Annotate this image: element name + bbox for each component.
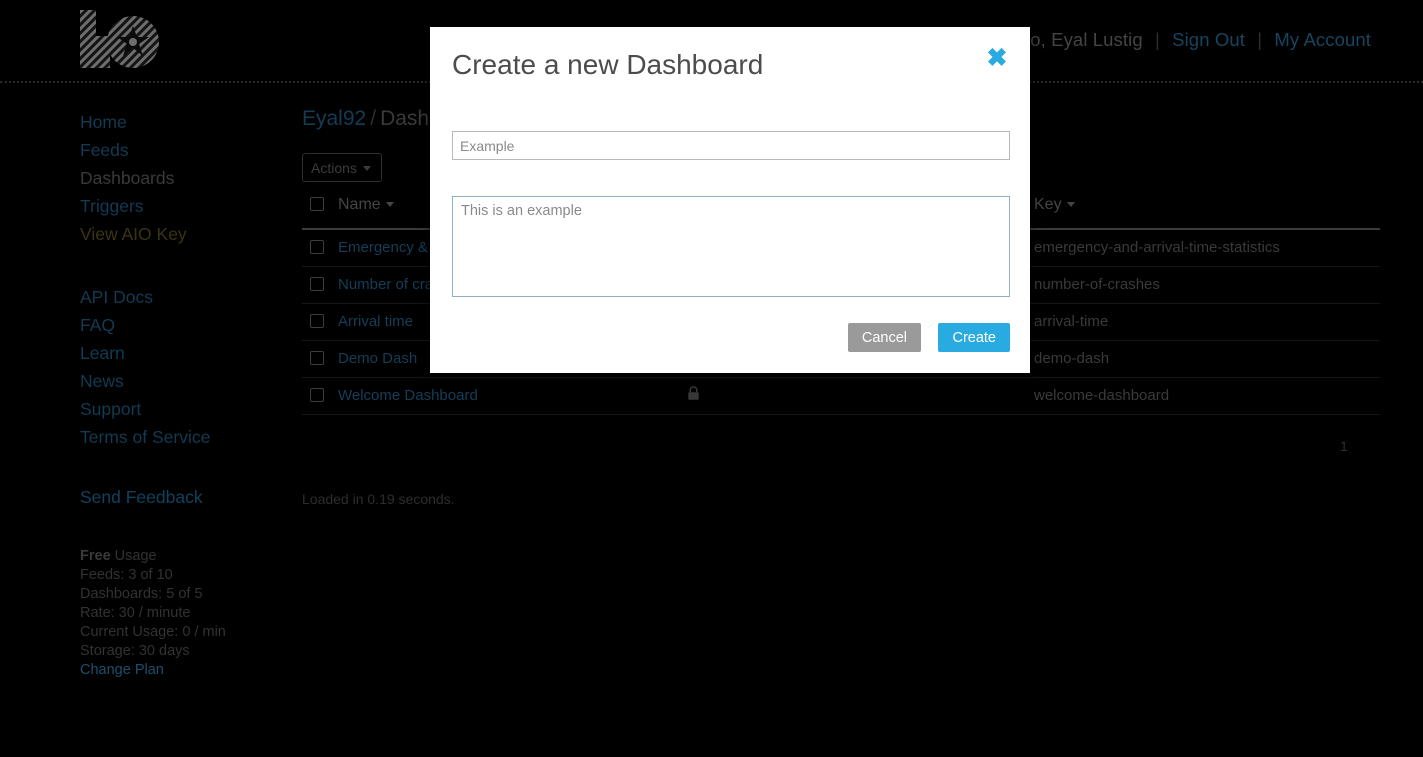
loaded-status-text: Loaded in 0.19 seconds. — [302, 491, 455, 507]
close-icon[interactable]: ✖ — [984, 45, 1010, 71]
dashboard-description-input[interactable] — [452, 196, 1010, 297]
usage-panel: Free Usage Feeds: 3 of 10 Dashboards: 5 … — [80, 547, 226, 680]
sidebar-item-dashboards[interactable]: Dashboards — [80, 164, 280, 192]
usage-plan-row: Free Usage — [80, 547, 226, 566]
create-button[interactable]: Create — [938, 323, 1010, 352]
row-name-link[interactable]: Arrival time — [338, 313, 413, 330]
pagination-page-1[interactable]: 1 — [1340, 438, 1348, 454]
row-name[interactable]: Welcome Dashboard — [338, 387, 478, 404]
row-key: demo-dash — [1034, 350, 1110, 367]
cancel-button[interactable]: Cancel — [847, 323, 921, 352]
row-key: number-of-crashes — [1034, 276, 1160, 293]
breadcrumb-user[interactable]: Eyal92 — [302, 107, 366, 130]
row-name-link[interactable]: Emergency & a — [338, 239, 441, 256]
row-checkbox[interactable] — [310, 240, 324, 254]
sort-caret-icon — [1066, 202, 1075, 208]
sidebar-item-send-feedback[interactable]: Send Feedback — [80, 483, 280, 511]
row-name-link[interactable]: Number of cras — [338, 276, 441, 293]
sidebar-item-api-docs[interactable]: API Docs — [80, 283, 280, 311]
usage-plan-suffix: Usage — [110, 548, 157, 564]
row-checkbox[interactable] — [310, 277, 324, 291]
actions-button-label: Actions — [311, 159, 357, 176]
sidebar-item-news[interactable]: News — [80, 367, 280, 395]
sidebar-item-terms-of-service[interactable]: Terms of Service — [80, 423, 280, 451]
row-name[interactable]: Number of cras — [338, 276, 441, 293]
usage-plan-name: Free — [80, 548, 111, 564]
row-name-link[interactable]: Welcome Dashboard — [338, 387, 478, 404]
usage-feeds: Feeds: 3 of 10 — [80, 567, 173, 583]
sidebar-item-triggers[interactable]: Triggers — [80, 192, 280, 220]
sidebar-item-feeds[interactable]: Feeds — [80, 136, 280, 164]
create-dashboard-modal: ✖ Create a new Dashboard Name Descriptio… — [430, 27, 1030, 373]
sidebar-item-view-aio-key[interactable]: View AIO Key — [80, 220, 280, 248]
change-plan-link[interactable]: Change Plan — [80, 661, 164, 680]
sidebar-item-support[interactable]: Support — [80, 395, 280, 423]
row-name[interactable]: Demo Dash — [338, 350, 417, 367]
row-checkbox[interactable] — [310, 314, 324, 328]
table-row: Welcome Dashboard welcome-dashboard — [302, 378, 1380, 415]
account-bar: ello, Eyal Lustig | Sign Out | My Accoun… — [1011, 29, 1371, 51]
row-key: welcome-dashboard — [1034, 387, 1170, 404]
sort-caret-icon — [385, 202, 394, 208]
column-header-name[interactable]: Name — [338, 196, 394, 214]
row-name-link[interactable]: Demo Dash — [338, 350, 417, 367]
sidebar-divider-gap — [80, 248, 280, 283]
usage-current-usage: Current Usage: 0 / min — [80, 624, 226, 640]
sidebar-item-home[interactable]: Home — [80, 108, 280, 136]
dashboard-name-input[interactable] — [452, 131, 1010, 160]
usage-storage: Storage: 30 days — [80, 643, 190, 659]
sidebar-item-learn[interactable]: Learn — [80, 339, 280, 367]
row-checkbox[interactable] — [310, 351, 324, 365]
row-name[interactable]: Arrival time — [338, 313, 413, 330]
adafruit-io-logo[interactable] — [80, 10, 162, 70]
column-header-key-label: Key — [1034, 196, 1062, 213]
sign-out-link[interactable]: Sign Out — [1172, 29, 1245, 50]
greeting-text: ello, Eyal Lustig — [1011, 29, 1143, 50]
sidebar-divider-gap — [80, 451, 280, 483]
my-account-link[interactable]: My Account — [1274, 29, 1371, 50]
sidebar-item-faq[interactable]: FAQ — [80, 311, 280, 339]
separator: | — [1155, 29, 1160, 50]
column-header-key[interactable]: Key — [1034, 196, 1075, 214]
actions-button[interactable]: Actions — [302, 153, 382, 182]
row-name[interactable]: Emergency & a — [338, 239, 441, 256]
lock-icon — [687, 386, 700, 405]
chevron-down-icon — [362, 166, 371, 172]
row-key: emergency-and-arrival-time-statistics — [1034, 239, 1280, 256]
row-key: arrival-time — [1034, 313, 1109, 330]
select-all-checkbox[interactable] — [310, 197, 324, 211]
column-header-name-label: Name — [338, 196, 381, 213]
usage-rate: Rate: 30 / minute — [80, 605, 191, 621]
modal-title: Create a new Dashboard — [452, 49, 764, 80]
row-checkbox[interactable] — [310, 388, 324, 402]
separator: | — [1257, 29, 1263, 50]
usage-dashboards: Dashboards: 5 of 5 — [80, 586, 203, 602]
breadcrumb-separator: / — [370, 107, 377, 130]
breadcrumb: Eyal92/Dashb — [302, 107, 441, 131]
sidebar: Home Feeds Dashboards Triggers View AIO … — [80, 108, 280, 511]
